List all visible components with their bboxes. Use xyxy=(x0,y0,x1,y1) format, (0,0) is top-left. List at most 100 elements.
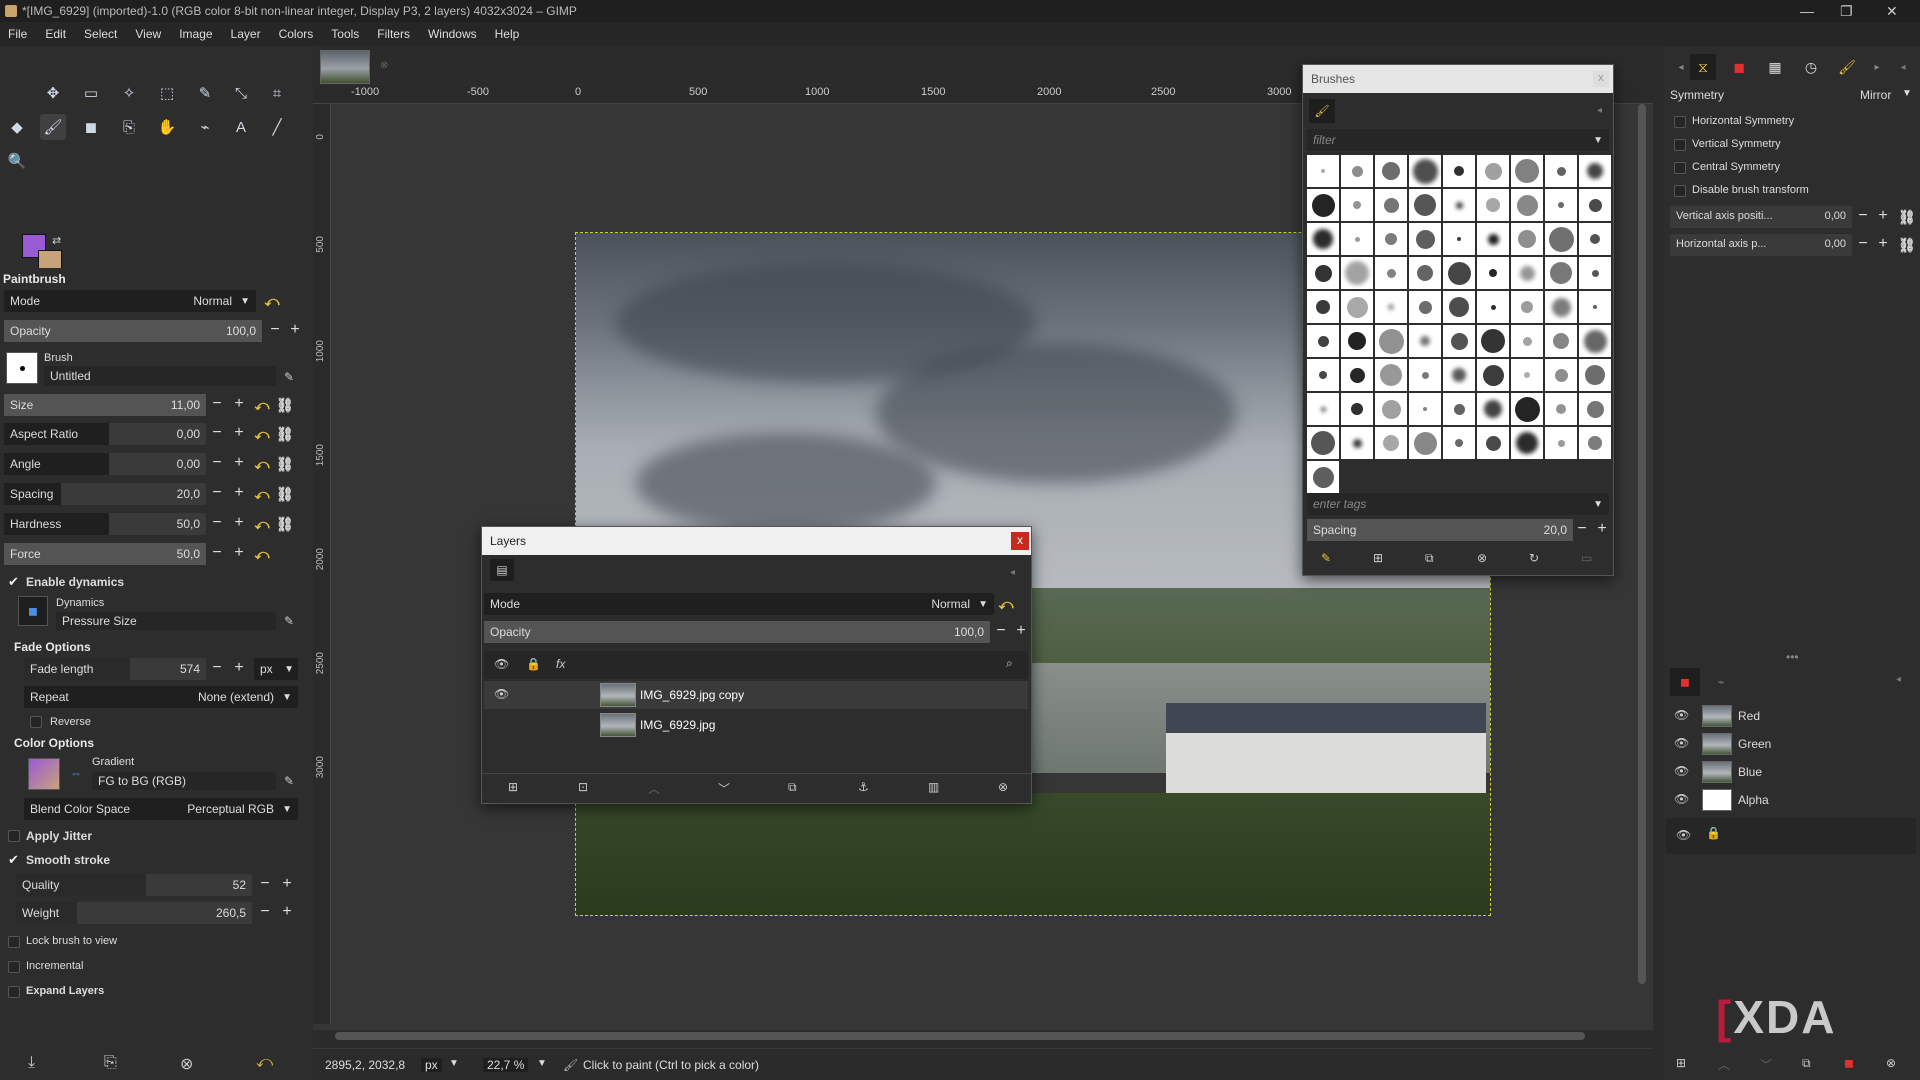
eye-icon[interactable]: 👁 xyxy=(1676,828,1691,842)
brush-preset[interactable] xyxy=(1477,155,1509,187)
brush-filter-input[interactable]: filter ▼ xyxy=(1307,129,1609,151)
brush-preset[interactable] xyxy=(1341,189,1373,221)
edit-gradient-icon[interactable]: ✎ xyxy=(284,774,294,788)
brush-preset[interactable] xyxy=(1341,291,1373,323)
lock-icon[interactable]: 🔒 xyxy=(526,657,541,671)
brush-preset[interactable] xyxy=(1511,257,1543,289)
brush-preset[interactable] xyxy=(1341,427,1373,459)
brush-preset[interactable] xyxy=(1307,393,1339,425)
paint-dynamics-tab-icon[interactable]: 🖌 xyxy=(1834,54,1860,80)
layer-row[interactable]: 👁 IMG_6929.jpg copy xyxy=(484,681,1028,709)
opacity-decrease-button[interactable]: − xyxy=(266,320,284,342)
bucket-fill-tool-icon[interactable]: ◆ xyxy=(4,114,30,140)
reset-options-icon[interactable]: ⤺ xyxy=(256,1054,273,1072)
brush-preset[interactable] xyxy=(1443,155,1475,187)
zoom-select[interactable]: 22,7 % xyxy=(483,1058,529,1072)
brush-preset[interactable] xyxy=(1443,325,1475,357)
spacing-decrease-button[interactable]: − xyxy=(208,483,226,505)
brush-preset[interactable] xyxy=(1341,257,1373,289)
vertical-axis-link-icon[interactable]: ⛓ xyxy=(1898,208,1916,226)
raise-layer-icon[interactable]: ︿ xyxy=(648,780,660,797)
brush-preset[interactable] xyxy=(1443,393,1475,425)
disable-brush-transform-checkbox[interactable] xyxy=(1674,185,1686,197)
duplicate-channel-icon[interactable]: ⧉ xyxy=(1802,1056,1811,1071)
text-tool-icon[interactable]: A xyxy=(228,114,254,140)
duplicate-layer-icon[interactable]: ⧉ xyxy=(788,780,797,795)
pointer-tab-icon[interactable]: ▦ xyxy=(1762,54,1788,80)
fade-length-decrease-button[interactable]: − xyxy=(208,658,226,680)
brush-preset[interactable] xyxy=(1409,155,1441,187)
size-slider[interactable]: Size 11,00 xyxy=(4,394,206,416)
incremental-checkbox[interactable] xyxy=(8,961,20,973)
brush-preset[interactable] xyxy=(1477,427,1509,459)
minimize-button[interactable]: — xyxy=(1800,0,1814,22)
angle-link-icon[interactable]: ⛓ xyxy=(276,455,294,473)
measure-tool-icon[interactable]: ╱ xyxy=(264,114,290,140)
brush-preset[interactable] xyxy=(1545,393,1577,425)
channel-row[interactable]: 👁 Blue xyxy=(1668,759,1918,785)
aspect-link-icon[interactable]: ⛓ xyxy=(276,425,294,443)
eye-icon[interactable]: 👁 xyxy=(1674,736,1689,750)
opacity-increase-button[interactable]: + xyxy=(286,320,304,342)
panel-menu-icon[interactable]: ◂ xyxy=(1010,567,1015,578)
quality-slider[interactable]: Quality 52 xyxy=(16,874,252,896)
spacing-reset-icon[interactable]: ⤺ xyxy=(254,485,270,503)
brush-preset[interactable] xyxy=(1579,189,1611,221)
opacity-slider[interactable]: Opacity 100,0 xyxy=(4,320,262,342)
smooth-stroke-checkbox[interactable]: ✔ xyxy=(8,853,20,866)
new-layer-group-icon[interactable]: ⊡ xyxy=(578,780,588,794)
menu-windows[interactable]: Windows xyxy=(428,27,477,41)
hardness-reset-icon[interactable]: ⤺ xyxy=(254,515,270,533)
close-image-tab-icon[interactable]: ⊗ xyxy=(380,60,388,71)
brush-preset[interactable] xyxy=(1409,291,1441,323)
refresh-brushes-icon[interactable]: ↻ xyxy=(1529,551,1539,565)
brush-preset[interactable] xyxy=(1477,359,1509,391)
brush-preset[interactable] xyxy=(1545,427,1577,459)
quality-increase-button[interactable]: + xyxy=(278,874,296,896)
brush-preset[interactable] xyxy=(1579,325,1611,357)
angle-slider[interactable]: Angle 0,00 xyxy=(4,453,206,475)
brush-preset[interactable] xyxy=(1375,257,1407,289)
weight-slider[interactable]: Weight 260,5 xyxy=(16,902,252,924)
aspect-increase-button[interactable]: + xyxy=(230,423,248,445)
paths-tab-icon[interactable]: ⌁ xyxy=(1706,668,1736,696)
brush-preset[interactable] xyxy=(1579,155,1611,187)
brush-preset[interactable] xyxy=(1443,427,1475,459)
brush-preset[interactable] xyxy=(1579,393,1611,425)
zoom-tool-icon[interactable]: 🔍 xyxy=(4,148,30,174)
aspect-ratio-slider[interactable]: Aspect Ratio 0,00 xyxy=(4,423,206,445)
brush-preset[interactable] xyxy=(1477,257,1509,289)
menu-file[interactable]: File xyxy=(8,27,27,41)
weight-increase-button[interactable]: + xyxy=(278,902,296,924)
panel-menu-icon[interactable]: ◂ xyxy=(1896,674,1901,685)
brush-preset[interactable] xyxy=(1375,223,1407,255)
vertical-scrollbar[interactable] xyxy=(1638,104,1646,984)
edit-dynamics-icon[interactable]: ✎ xyxy=(284,614,294,628)
mode-reset-icon[interactable]: ⤺ xyxy=(264,292,280,310)
brush-preset[interactable] xyxy=(1443,291,1475,323)
vertical-ruler[interactable]: 0 500 1000 1500 2000 2500 3000 xyxy=(313,104,331,1024)
eye-icon[interactable]: 👁 xyxy=(494,657,509,671)
brush-preset[interactable] xyxy=(1307,325,1339,357)
brush-preset[interactable] xyxy=(1511,325,1543,357)
central-symmetry-checkbox[interactable] xyxy=(1674,162,1686,174)
brush-preset[interactable] xyxy=(1545,359,1577,391)
reverse-gradient-icon[interactable]: ⇔ xyxy=(70,766,82,780)
force-decrease-button[interactable]: − xyxy=(208,543,226,565)
panel-menu-icon[interactable]: ◂ xyxy=(1597,105,1602,116)
menu-layer[interactable]: Layer xyxy=(231,27,261,41)
delete-channel-icon[interactable]: ⊗ xyxy=(1886,1056,1896,1070)
brush-preset[interactable] xyxy=(1579,257,1611,289)
quality-decrease-button[interactable]: − xyxy=(256,874,274,896)
navigation-tab-icon[interactable]: ◷ xyxy=(1798,54,1824,80)
brush-preset[interactable] xyxy=(1579,223,1611,255)
menu-select[interactable]: Select xyxy=(84,27,117,41)
enable-dynamics-checkbox[interactable]: ✔ xyxy=(8,575,20,588)
lower-layer-icon[interactable]: ﹀ xyxy=(718,780,730,797)
restore-options-icon[interactable]: ⎘ xyxy=(104,1054,117,1072)
layer-row[interactable]: IMG_6929.jpg xyxy=(484,711,1028,739)
brush-preset[interactable] xyxy=(1545,223,1577,255)
brush-preset[interactable] xyxy=(1477,189,1509,221)
brush-preset[interactable] xyxy=(1511,359,1543,391)
brush-spacing-slider[interactable]: Spacing 20,0 xyxy=(1307,519,1573,541)
